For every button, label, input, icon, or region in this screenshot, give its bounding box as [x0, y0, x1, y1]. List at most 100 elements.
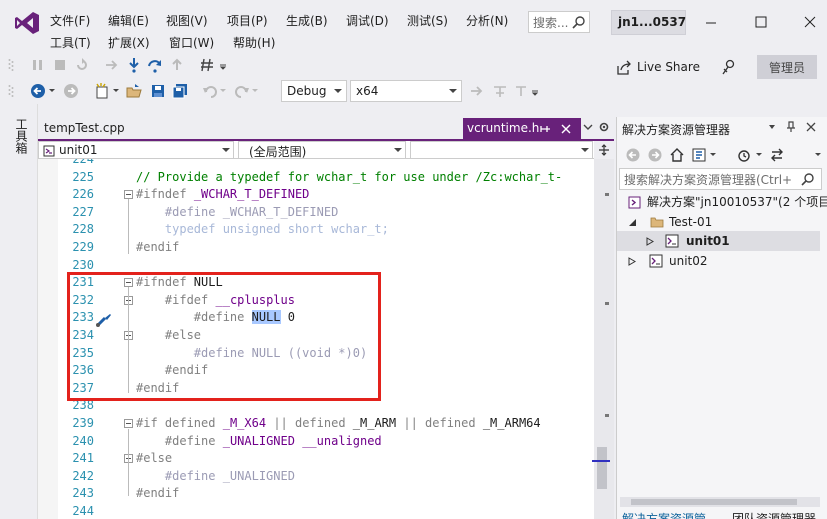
code-line[interactable]: 228 typedef unsigned short wchar_t; — [38, 221, 594, 239]
step-over-icon[interactable] — [147, 57, 163, 73]
menu-tools[interactable]: 工具(T) — [50, 34, 91, 51]
solution-explorer-search-input[interactable]: 搜索解决方案资源管理器(Ctrl+ — [619, 168, 822, 190]
navigate-back-icon[interactable] — [30, 83, 46, 99]
chevron-down-icon[interactable] — [582, 121, 594, 133]
menu-analyze[interactable]: 分析(N) — [466, 12, 508, 29]
code-line[interactable]: 240 #define _UNALIGNED __unaligned — [38, 433, 594, 451]
navigate-forward-icon[interactable] — [63, 83, 79, 99]
build-target-icon[interactable] — [492, 83, 508, 99]
close-icon[interactable] — [805, 121, 817, 133]
project-select[interactable]: unit01 — [38, 141, 234, 159]
quick-action-brush-icon[interactable] — [95, 313, 113, 327]
back-dropdown-icon[interactable] — [48, 88, 56, 94]
tree-unit01-node[interactable]: unit01 — [646, 231, 730, 251]
code-line[interactable]: 242 #define _UNALIGNED — [38, 468, 594, 486]
expanded-triangle-icon[interactable] — [628, 218, 637, 227]
menu-debug[interactable]: 调试(D) — [346, 12, 389, 29]
code-line[interactable]: 241 #else — [38, 450, 594, 468]
menu-build[interactable]: 生成(B) — [286, 12, 328, 29]
collapsed-triangle-icon[interactable] — [646, 237, 654, 246]
redo-dropdown-icon[interactable] — [251, 88, 259, 94]
live-share-button[interactable]: Live Share — [616, 60, 700, 74]
stop-icon[interactable] — [52, 57, 68, 73]
code-line[interactable]: 235 #define NULL ((void *)0) — [38, 345, 594, 363]
step-into-icon[interactable] — [126, 57, 142, 73]
configuration-select[interactable]: Debug — [281, 80, 347, 102]
tab-vcruntime-h[interactable]: vcruntime.h — [463, 118, 581, 139]
solution-title-button[interactable]: jn1...0537 — [611, 10, 686, 35]
menu-file[interactable]: 文件(F) — [50, 12, 90, 29]
open-file-icon[interactable] — [126, 83, 142, 99]
show-next-statement-icon[interactable] — [104, 57, 120, 73]
code-line[interactable]: 239 #if defined _M_X64 || defined _M_ARM … — [38, 415, 594, 433]
tree-unit02-node[interactable]: unit02 — [628, 251, 708, 271]
redo-icon[interactable] — [234, 83, 250, 99]
tree-solution-node[interactable]: 解决方案"jn10010537"(2 个项目 — [628, 192, 827, 212]
code-line[interactable]: 225 // Provide a typedef for wchar_t for … — [38, 169, 594, 187]
new-project-icon[interactable] — [94, 83, 110, 99]
save-all-icon[interactable] — [172, 83, 188, 99]
search-input[interactable]: 搜索... — [528, 11, 590, 33]
new-dropdown-icon[interactable] — [112, 88, 120, 94]
feedback-icon[interactable] — [720, 58, 738, 76]
filter-dropdown-icon[interactable] — [755, 152, 763, 158]
maximize-icon[interactable] — [746, 8, 776, 36]
tree-project-node[interactable]: Test-01 — [628, 212, 712, 232]
menu-extensions[interactable]: 扩展(X) — [108, 34, 150, 51]
pin-icon[interactable] — [539, 123, 551, 135]
toolbox-tab[interactable]: 工具箱 — [14, 118, 28, 154]
code-line[interactable]: 229 #endif — [38, 239, 594, 257]
home-icon[interactable] — [669, 147, 685, 163]
toolbar-overflow-icon[interactable] — [531, 89, 539, 97]
menu-help[interactable]: 帮助(H) — [233, 34, 275, 51]
code-line[interactable]: 238 — [38, 397, 594, 415]
pin-icon[interactable] — [785, 121, 797, 133]
close-window-icon[interactable] — [795, 8, 825, 36]
tab-solution-explorer[interactable]: 解决方案资源管 — [622, 510, 706, 519]
tab-team-explorer[interactable]: 团队资源管理器 — [732, 510, 816, 519]
menu-view[interactable]: 视图(V) — [166, 12, 208, 29]
fold-toggle-icon[interactable] — [124, 419, 133, 428]
code-line[interactable]: 232 #ifdef __cplusplus — [38, 292, 594, 310]
platform-select[interactable]: x64 — [350, 80, 462, 102]
admin-badge[interactable]: 管理员 — [757, 55, 817, 79]
toolbar-overflow-icon[interactable] — [814, 152, 822, 158]
scope-select[interactable]: (全局范围) — [238, 141, 406, 159]
back-icon[interactable] — [625, 147, 641, 163]
forward-icon[interactable] — [647, 147, 663, 163]
code-line[interactable]: 231 #ifndef NULL — [38, 274, 594, 292]
collapsed-triangle-icon[interactable] — [628, 257, 636, 266]
scrollbar-thumb[interactable] — [631, 499, 797, 505]
switch-views-icon[interactable] — [691, 147, 707, 163]
scrollbar-thumb[interactable] — [597, 447, 607, 489]
minimize-icon[interactable] — [696, 8, 726, 36]
menu-window[interactable]: 窗口(W) — [169, 34, 214, 51]
code-line[interactable]: 226 #ifndef _WCHAR_T_DEFINED — [38, 186, 594, 204]
tab-temptest-cpp[interactable]: tempTest.cpp — [40, 118, 140, 139]
code-line[interactable]: 227 #define _WCHAR_T_DEFINED — [38, 204, 594, 222]
pause-icon[interactable] — [30, 57, 46, 73]
undo-icon[interactable] — [202, 83, 218, 99]
toolbar-options-icon[interactable] — [513, 83, 529, 99]
menu-project[interactable]: 项目(P) — [227, 12, 268, 29]
close-icon[interactable] — [560, 123, 572, 135]
member-select[interactable] — [410, 141, 593, 159]
toolbar-overflow-icon[interactable] — [219, 63, 227, 71]
attach-process-icon[interactable] — [469, 83, 485, 99]
gear-icon[interactable] — [598, 121, 610, 133]
switch-views-dropdown-icon[interactable] — [709, 152, 717, 158]
sync-icon[interactable] — [769, 147, 785, 163]
code-line[interactable]: 243 #endif — [38, 485, 594, 503]
pending-changes-filter-icon[interactable] — [736, 147, 752, 163]
hex-display-icon[interactable] — [199, 57, 215, 73]
code-editor[interactable]: 224 225 // Provide a typedef for wchar_t f… — [38, 159, 594, 519]
undo-dropdown-icon[interactable] — [219, 88, 227, 94]
code-line[interactable]: 244 — [38, 503, 594, 519]
code-line[interactable]: 236 #endif — [38, 362, 594, 380]
code-line[interactable]: 237 #endif — [38, 380, 594, 398]
fold-toggle-icon[interactable] — [124, 278, 133, 288]
fold-toggle-icon[interactable] — [124, 190, 133, 200]
code-line[interactable]: 224 — [38, 159, 594, 169]
code-line[interactable]: 230 — [38, 257, 594, 275]
visual-studio-logo-icon[interactable] — [14, 10, 40, 36]
